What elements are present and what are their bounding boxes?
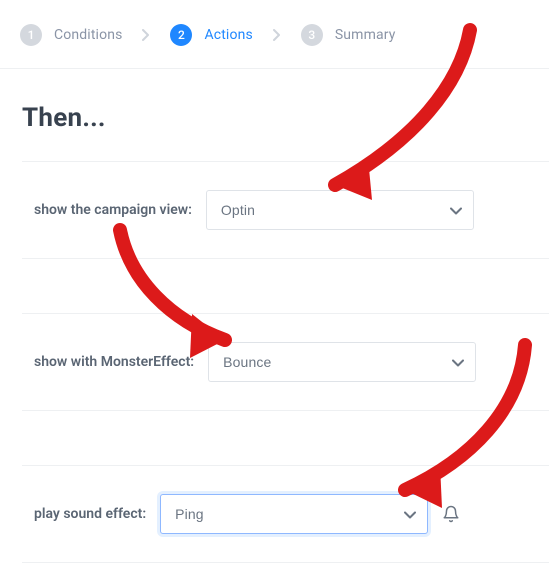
page-title: Then... — [0, 69, 549, 161]
step-summary[interactable]: 3 Summary — [301, 24, 396, 46]
rule-label: show the campaign view: — [34, 202, 192, 218]
step-badge: 1 — [20, 24, 42, 46]
step-badge: 3 — [301, 24, 323, 46]
chevron-right-icon — [142, 29, 150, 41]
campaign-view-select-wrapper: Optin — [206, 190, 474, 230]
campaign-view-select[interactable]: Optin — [206, 190, 474, 230]
rule-monster-effect: show with MonsterEffect: Bounce — [22, 313, 549, 411]
monster-effect-select[interactable]: Bounce — [208, 342, 476, 382]
bell-icon[interactable] — [442, 505, 460, 523]
step-conditions[interactable]: 1 Conditions — [20, 24, 122, 46]
step-label: Summary — [335, 27, 396, 43]
sound-effect-select[interactable]: Ping — [160, 494, 428, 534]
rule-label: play sound effect: — [34, 506, 146, 522]
rule-campaign-view: show the campaign view: Optin — [22, 161, 549, 259]
step-label: Actions — [204, 27, 252, 43]
step-actions[interactable]: 2 Actions — [170, 24, 252, 46]
rule-sound-effect: play sound effect: Ping — [22, 465, 549, 563]
monster-effect-select-wrapper: Bounce — [208, 342, 476, 382]
step-label: Conditions — [54, 27, 122, 43]
step-badge: 2 — [170, 24, 192, 46]
chevron-right-icon — [273, 29, 281, 41]
rule-label: show with MonsterEffect: — [34, 354, 194, 370]
sound-effect-select-wrapper: Ping — [160, 494, 428, 534]
wizard-stepper: 1 Conditions 2 Actions 3 Summary — [0, 0, 549, 69]
